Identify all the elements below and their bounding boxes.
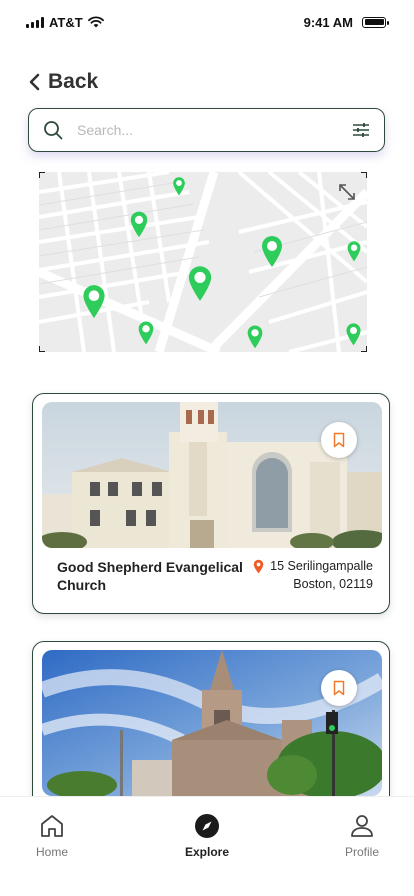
- expand-icon[interactable]: [337, 182, 357, 202]
- map-corner: [361, 346, 367, 352]
- clock: 9:41 AM: [303, 14, 353, 30]
- map-pin-icon[interactable]: [172, 176, 186, 196]
- address-line1: 15 Serilingampalle: [270, 559, 373, 573]
- filter-icon[interactable]: [352, 122, 370, 138]
- nav-profile[interactable]: Profile: [332, 797, 392, 896]
- home-icon: [41, 815, 63, 837]
- signal-icon: [26, 16, 44, 28]
- compass-icon: [195, 814, 219, 838]
- map-pin-icon[interactable]: [129, 210, 149, 238]
- nav-home[interactable]: Home: [22, 797, 82, 896]
- carrier-label: AT&T: [49, 14, 83, 30]
- map-pin-icon[interactable]: [137, 320, 155, 345]
- nav-home-label: Home: [35, 845, 68, 859]
- bookmark-button[interactable]: [321, 670, 357, 706]
- search-input[interactable]: [77, 122, 352, 138]
- status-left: AT&T: [26, 15, 104, 30]
- search-bar: [28, 108, 385, 152]
- bookmark-button[interactable]: [321, 422, 357, 458]
- church-name: Good Shepherd Evangelical Church: [57, 559, 243, 593]
- map-pin-icon[interactable]: [345, 322, 362, 346]
- map-corner: [361, 172, 367, 178]
- church-card[interactable]: Good Shepherd Evangelical Church 15 Seri…: [32, 393, 390, 614]
- nav-explore[interactable]: Explore: [177, 797, 237, 896]
- back-label: Back: [48, 70, 99, 93]
- church-photo: [42, 402, 382, 548]
- wifi-icon: [87, 16, 104, 28]
- map-pin-icon[interactable]: [246, 324, 264, 349]
- map-corner: [39, 172, 45, 178]
- address-line2: Boston, 02119: [293, 577, 373, 591]
- bottom-nav: Home Explore Profile: [0, 796, 414, 896]
- map-pin-icon[interactable]: [186, 264, 214, 302]
- map-view[interactable]: [39, 172, 367, 352]
- church-photo: [42, 650, 382, 796]
- location-pin-icon: [253, 559, 264, 573]
- map-streets: [39, 172, 367, 352]
- chevron-left-icon: [29, 73, 40, 91]
- map-pin-icon[interactable]: [81, 283, 107, 319]
- nav-explore-label: Explore: [184, 845, 229, 859]
- back-button[interactable]: Back: [28, 70, 98, 94]
- status-bar: AT&T 9:41 AM: [0, 0, 414, 44]
- nav-profile-label: Profile: [344, 845, 379, 859]
- map-pin-icon[interactable]: [346, 240, 362, 262]
- user-icon: [351, 815, 373, 837]
- map-pin-icon[interactable]: [260, 234, 284, 268]
- bookmark-icon: [333, 680, 345, 696]
- church-address: 15 Serilingampalle Boston, 02119: [253, 557, 373, 593]
- bookmark-icon: [333, 432, 345, 448]
- status-right: 9:41 AM: [303, 14, 389, 30]
- battery-icon: [362, 16, 389, 28]
- search-icon: [44, 121, 63, 140]
- map-corner: [39, 346, 45, 352]
